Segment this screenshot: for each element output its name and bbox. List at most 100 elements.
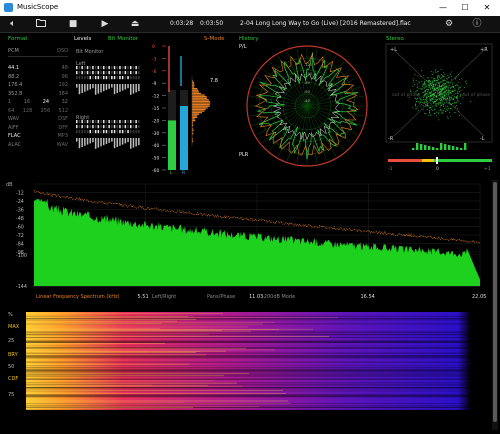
- close-button[interactable]: ✕: [476, 0, 498, 16]
- levels-panel: Levels Bit Monitor S-Mode Bit Monitor Le…: [72, 36, 232, 176]
- meter-scale-label: -3: [152, 56, 157, 62]
- format-panel: Format PCM DSD 44.1 48 88.2 96 176.4 192…: [6, 36, 70, 176]
- plus-l-label: +L: [390, 47, 397, 53]
- meter-scale-label: -60: [152, 168, 159, 174]
- spectrogram: % MAX 25 BRY 50 CDF 75: [4, 310, 474, 414]
- meter-scale-label: -40: [152, 143, 159, 149]
- spectrum-mode-option[interactable]: Left/Right: [152, 294, 176, 300]
- plus-r-label: +R: [480, 47, 488, 53]
- scrollbar-thumb[interactable]: [493, 182, 497, 422]
- spectrum-y-tick: -84: [16, 242, 24, 248]
- format-row: PCM DSD: [8, 48, 68, 57]
- format-cell: 96: [62, 74, 68, 83]
- spectrum-y-tick: -144: [16, 284, 27, 290]
- info-icon[interactable]: ⓘ: [470, 18, 484, 31]
- container-cell: AIFF: [8, 125, 19, 134]
- channel-label-r: R: [182, 170, 185, 176]
- container-cell: DFF: [58, 125, 68, 134]
- eject-icon[interactable]: ⏏: [128, 18, 142, 31]
- app-icon: [4, 3, 13, 12]
- vertical-scrollbar[interactable]: [492, 180, 498, 430]
- container-cell: MP3: [57, 133, 68, 142]
- toolbar: 🔈︎ ■ ▶ ⏏ 0:03:28 0:03:50 2-04 Long Long …: [0, 16, 500, 33]
- minus-l-label: -L: [480, 136, 485, 142]
- spectrogram-y-label: CDF: [8, 376, 18, 382]
- format-row: 352.8 384: [8, 91, 68, 100]
- level-meter-right: [180, 106, 188, 170]
- minimize-button[interactable]: —: [432, 0, 454, 16]
- title-bar: MusicScope — ☐ ✕: [0, 0, 500, 16]
- spectrum-x-tick: 5.51: [138, 294, 149, 300]
- minus-r-label: -R: [388, 136, 394, 142]
- history-radar: -40-60-80-100-120: [237, 36, 377, 176]
- db-label: dB: [6, 182, 13, 188]
- dsd-rate-row: 64 128 256 512: [8, 108, 68, 117]
- format-cell: 44.1: [8, 65, 19, 74]
- history-panel: History P/L PLR -40 -60 -80 -100 -120: [237, 36, 377, 176]
- meter-scale-label: -50: [152, 156, 159, 162]
- time-elapsed: 0:03:28: [170, 20, 193, 27]
- settings-gear-icon[interactable]: ⚙: [442, 18, 456, 31]
- spectrum-x-tick: 16.54: [361, 294, 375, 300]
- format-row: 44.1 48: [8, 65, 68, 74]
- format-cell: 352.8: [8, 91, 22, 100]
- level-readout: 7.8: [210, 78, 218, 84]
- spectrogram-y-label: 50: [8, 364, 14, 370]
- corr-mid-label: 0: [436, 166, 439, 172]
- spectrum-caption: Linear Frequency Spectrum (kHz): [36, 294, 120, 300]
- dsd-rate-cell: 512: [58, 108, 68, 117]
- spectrogram-panel: % MAX 25 BRY 50 CDF 75: [4, 310, 474, 414]
- spectrogram-y-label: 75: [8, 392, 14, 398]
- container-row: AIFF DFF: [8, 125, 68, 134]
- container-cell: ALAC: [8, 142, 21, 151]
- container-row: FLAC MP3: [8, 133, 68, 142]
- peak-indicator-left: [168, 46, 170, 92]
- stereo-goniometer: +L +R -R -L out of phase out of phase -1…: [384, 36, 496, 176]
- play-button[interactable]: ▶: [98, 18, 112, 31]
- spectrum-y-tick: -36: [16, 208, 24, 214]
- svg-text:-40: -40: [304, 99, 311, 103]
- channel-label-l: L: [170, 170, 173, 176]
- maximize-button[interactable]: ☐: [454, 0, 476, 16]
- spectrum-mode-option[interactable]: Pans/Phase: [207, 294, 235, 300]
- container-cell: WAV: [8, 116, 19, 125]
- spectrum-y-tick: -48: [16, 216, 24, 222]
- bits-row: 1 16 24 32: [8, 99, 68, 108]
- format-cell: PCM: [8, 48, 19, 56]
- window-title: MusicScope: [17, 3, 58, 11]
- spectrogram-y-label: MAX: [8, 324, 20, 330]
- meter-scale-label: 0: [152, 44, 155, 50]
- bits-cell: 32: [62, 99, 68, 108]
- volume-icon[interactable]: 🔈︎: [6, 18, 20, 31]
- spectrum-y-tick: -60: [16, 225, 24, 231]
- container-row: ALAC WAV: [8, 142, 68, 151]
- spectrum-mode-option[interactable]: -200dB Mode: [262, 294, 295, 300]
- format-row: [8, 57, 68, 66]
- spectrum-y-tick: -72: [16, 233, 24, 239]
- svg-text:-80: -80: [304, 81, 311, 85]
- meter-scale-label: -9: [152, 81, 157, 87]
- meter-scale-label: -20: [152, 118, 159, 124]
- open-folder-icon[interactable]: [34, 18, 48, 31]
- dsd-rate-cell: 64: [8, 108, 14, 117]
- svg-text:-60: -60: [304, 90, 311, 94]
- format-cell: 176.4: [8, 82, 22, 91]
- format-title: Format: [8, 36, 70, 42]
- meter-scale-label: -30: [152, 131, 159, 137]
- time-total: 0:03:50: [200, 20, 223, 27]
- bits-cell: 1: [8, 99, 11, 108]
- format-cell: DSD: [57, 48, 68, 56]
- corr-max-label: +1: [484, 166, 491, 172]
- bits-cell: 24: [43, 99, 49, 108]
- container-cell: FLAC: [8, 133, 21, 142]
- stop-button[interactable]: ■: [66, 18, 80, 31]
- format-cell: 384: [58, 91, 68, 100]
- spectrum-y-tick: -100: [16, 253, 27, 259]
- container-row: WAV DSF: [8, 116, 68, 125]
- dsd-rate-cell: 128: [23, 108, 33, 117]
- correlation-marker: [436, 157, 438, 164]
- bits-cell: 16: [24, 99, 30, 108]
- out-of-phase-right: out of phase: [462, 92, 490, 98]
- format-row: 88.2 96: [8, 74, 68, 83]
- peak-indicator-right: [180, 56, 182, 86]
